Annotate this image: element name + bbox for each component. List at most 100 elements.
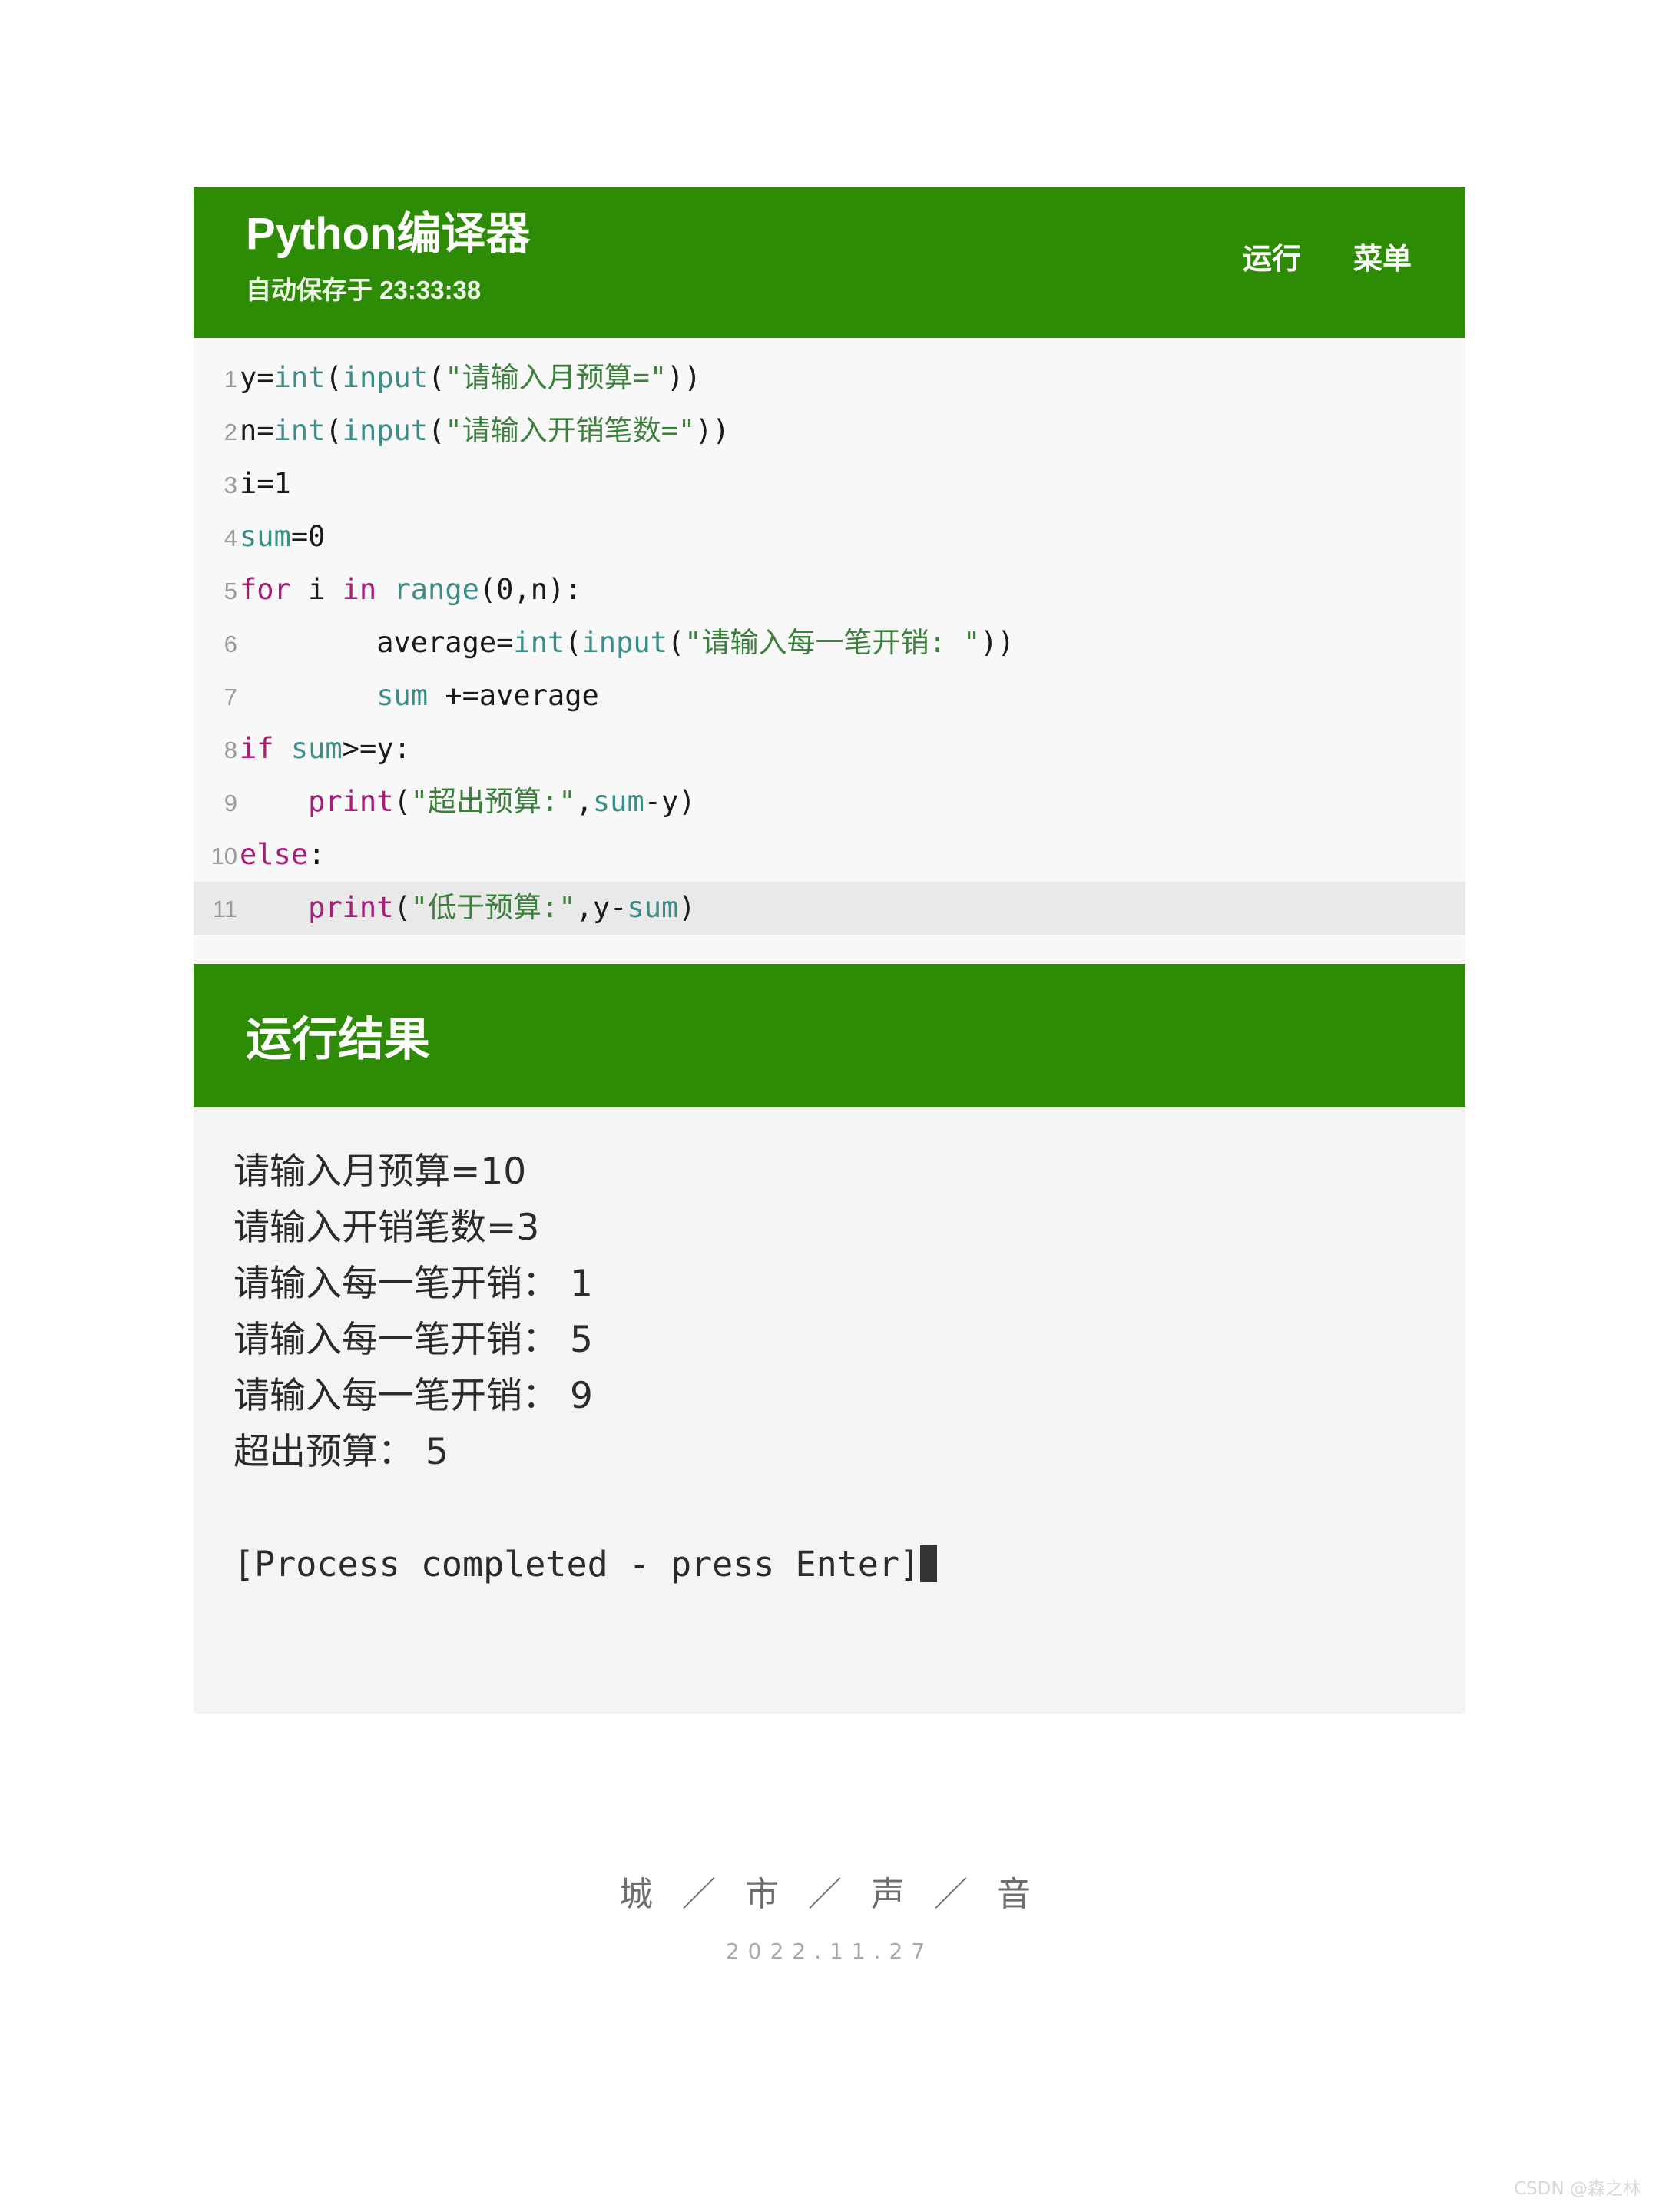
menu-button[interactable]: 菜单 <box>1353 235 1412 277</box>
token-plain: : <box>308 838 326 871</box>
app-titlebar: Python编译器 自动保存于 23:33:38 运行 菜单 <box>194 187 1465 338</box>
code-line[interactable]: 1 y=int(input("请输入月预算=")) <box>194 352 1465 405</box>
token-var: sum <box>376 679 429 712</box>
code-text: sum=0 <box>240 511 325 562</box>
process-completed-text: [Process completed - press Enter] <box>233 1544 921 1584</box>
token-plain: ( <box>325 414 343 447</box>
token-fn: range <box>393 573 479 606</box>
token-plain: ( <box>393 785 411 818</box>
code-line[interactable]: 8 if sum>=y: <box>194 723 1465 776</box>
titlebar-actions: 运行 菜单 <box>1243 235 1412 277</box>
code-text: print("超出预算:",sum-y) <box>240 776 696 827</box>
console-line: 请输入开销笔数=3 <box>233 1207 540 1249</box>
token-plain: -y) <box>644 785 696 818</box>
token-plain: average= <box>240 626 514 659</box>
python-compiler-app: Python编译器 自动保存于 23:33:38 运行 菜单 1 y=int(in… <box>194 187 1465 1714</box>
token-plain: +=average <box>428 679 599 712</box>
line-number: 7 <box>224 684 237 710</box>
code-editor[interactable]: 1 y=int(input("请输入月预算=")) 2 n=int(input("请输… <box>194 338 1465 964</box>
terminal-cursor <box>920 1545 938 1582</box>
token-var: sum <box>290 732 343 765</box>
token-str: "低于预算:" <box>410 891 576 924</box>
token-kw: if <box>240 732 274 765</box>
code-text: average=int(input("请输入每一笔开销: ")) <box>240 617 1015 668</box>
token-kw: in <box>342 573 377 606</box>
token-plain: ( <box>428 361 445 394</box>
token-fn: int <box>513 626 565 659</box>
line-number: 1 <box>224 366 237 392</box>
token-kw: for <box>240 573 291 606</box>
token-plain: , <box>575 891 593 924</box>
token-plain: ) <box>678 891 696 924</box>
code-text: n=int(input("请输入开销笔数=")) <box>240 405 730 456</box>
code-text: print("低于预算:",y-sum) <box>240 882 696 933</box>
token-plain: ( <box>428 414 445 447</box>
token-plain: y- <box>592 891 628 924</box>
token-fn: input <box>342 361 429 394</box>
token-str: "请输入每一笔开销: " <box>684 626 981 659</box>
console-line: 请输入每一笔开销： 1 <box>233 1263 593 1305</box>
token-plain: ( <box>393 891 411 924</box>
code-line[interactable]: 6 average=int(input("请输入每一笔开销: ")) <box>194 617 1465 670</box>
token-fn: int <box>273 414 326 447</box>
token-plain: =0 <box>290 520 326 553</box>
code-text: sum +=average <box>240 670 599 721</box>
token-kw: else <box>240 838 309 871</box>
watermark: CSDN @森之林 <box>1514 2179 1641 2199</box>
token-fn: int <box>273 361 326 394</box>
token-plain: ( <box>667 626 685 659</box>
run-button[interactable]: 运行 <box>1243 235 1301 277</box>
token-plain: i <box>290 573 343 606</box>
code-line[interactable]: 11 print("低于预算:",y-sum) <box>194 882 1465 935</box>
code-line[interactable]: 4 sum=0 <box>194 511 1465 564</box>
line-number: 8 <box>224 737 237 763</box>
line-number: 5 <box>224 578 237 604</box>
line-number: 2 <box>224 419 237 445</box>
code-line[interactable]: 9 print("超出预算:",sum-y) <box>194 776 1465 829</box>
token-plain: y= <box>240 361 274 394</box>
token-plain: >=y: <box>342 732 411 765</box>
code-line[interactable]: 3 i=1 <box>194 458 1465 511</box>
token-plain: ( <box>565 626 582 659</box>
code-line[interactable]: 2 n=int(input("请输入开销笔数=")) <box>194 405 1465 458</box>
code-text: if sum>=y: <box>240 723 411 774</box>
footer-date: 2022.11.27 <box>725 1939 934 1964</box>
console-output[interactable]: 请输入月预算=10 请输入开销笔数=3 请输入每一笔开销： 1 请输入每一笔开销： 5… <box>194 1107 1465 1714</box>
console-line: 超出预算： 5 <box>233 1431 449 1473</box>
code-line[interactable]: 5 for i in range(0,n): <box>194 564 1465 617</box>
token-plain: )) <box>980 626 1015 659</box>
process-completed-message: [Process completed - press Enter] <box>233 1536 1465 1592</box>
token-kw: print <box>308 891 394 924</box>
token-var: sum <box>240 520 291 553</box>
token-fn: input <box>342 414 429 447</box>
code-line[interactable]: 7 sum +=average <box>194 670 1465 723</box>
token-kw: print <box>308 785 394 818</box>
token-plain: i=1 <box>240 467 291 500</box>
token-plain: , <box>575 785 593 818</box>
code-text: i=1 <box>240 458 291 509</box>
console-line: 请输入每一笔开销： 5 <box>233 1319 593 1361</box>
console-line: 请输入每一笔开销： 9 <box>233 1375 593 1417</box>
results-title: 运行结果 <box>246 1013 430 1065</box>
code-text: for i in range(0,n): <box>240 564 582 615</box>
token-fn: input <box>581 626 667 659</box>
token-plain: )) <box>667 361 701 394</box>
token-str: "请输入开销笔数=" <box>445 414 696 447</box>
footer: 城 ／ 市 ／ 声 ／ 音 2022.11.27 <box>0 1866 1659 1964</box>
token-plain: ( <box>325 361 343 394</box>
token-str: "请输入月预算=" <box>445 361 667 394</box>
line-number: 4 <box>224 525 237 551</box>
code-text: else: <box>240 829 325 880</box>
page-root: Python编译器 自动保存于 23:33:38 运行 菜单 1 y=int(in… <box>0 0 1659 2212</box>
token-var: sum <box>627 891 679 924</box>
line-number: 11 <box>212 896 237 922</box>
token-plain: )) <box>695 414 730 447</box>
token-plain: n= <box>240 414 274 447</box>
code-line[interactable]: 10 else: <box>194 829 1465 882</box>
token-var: sum <box>592 785 644 818</box>
